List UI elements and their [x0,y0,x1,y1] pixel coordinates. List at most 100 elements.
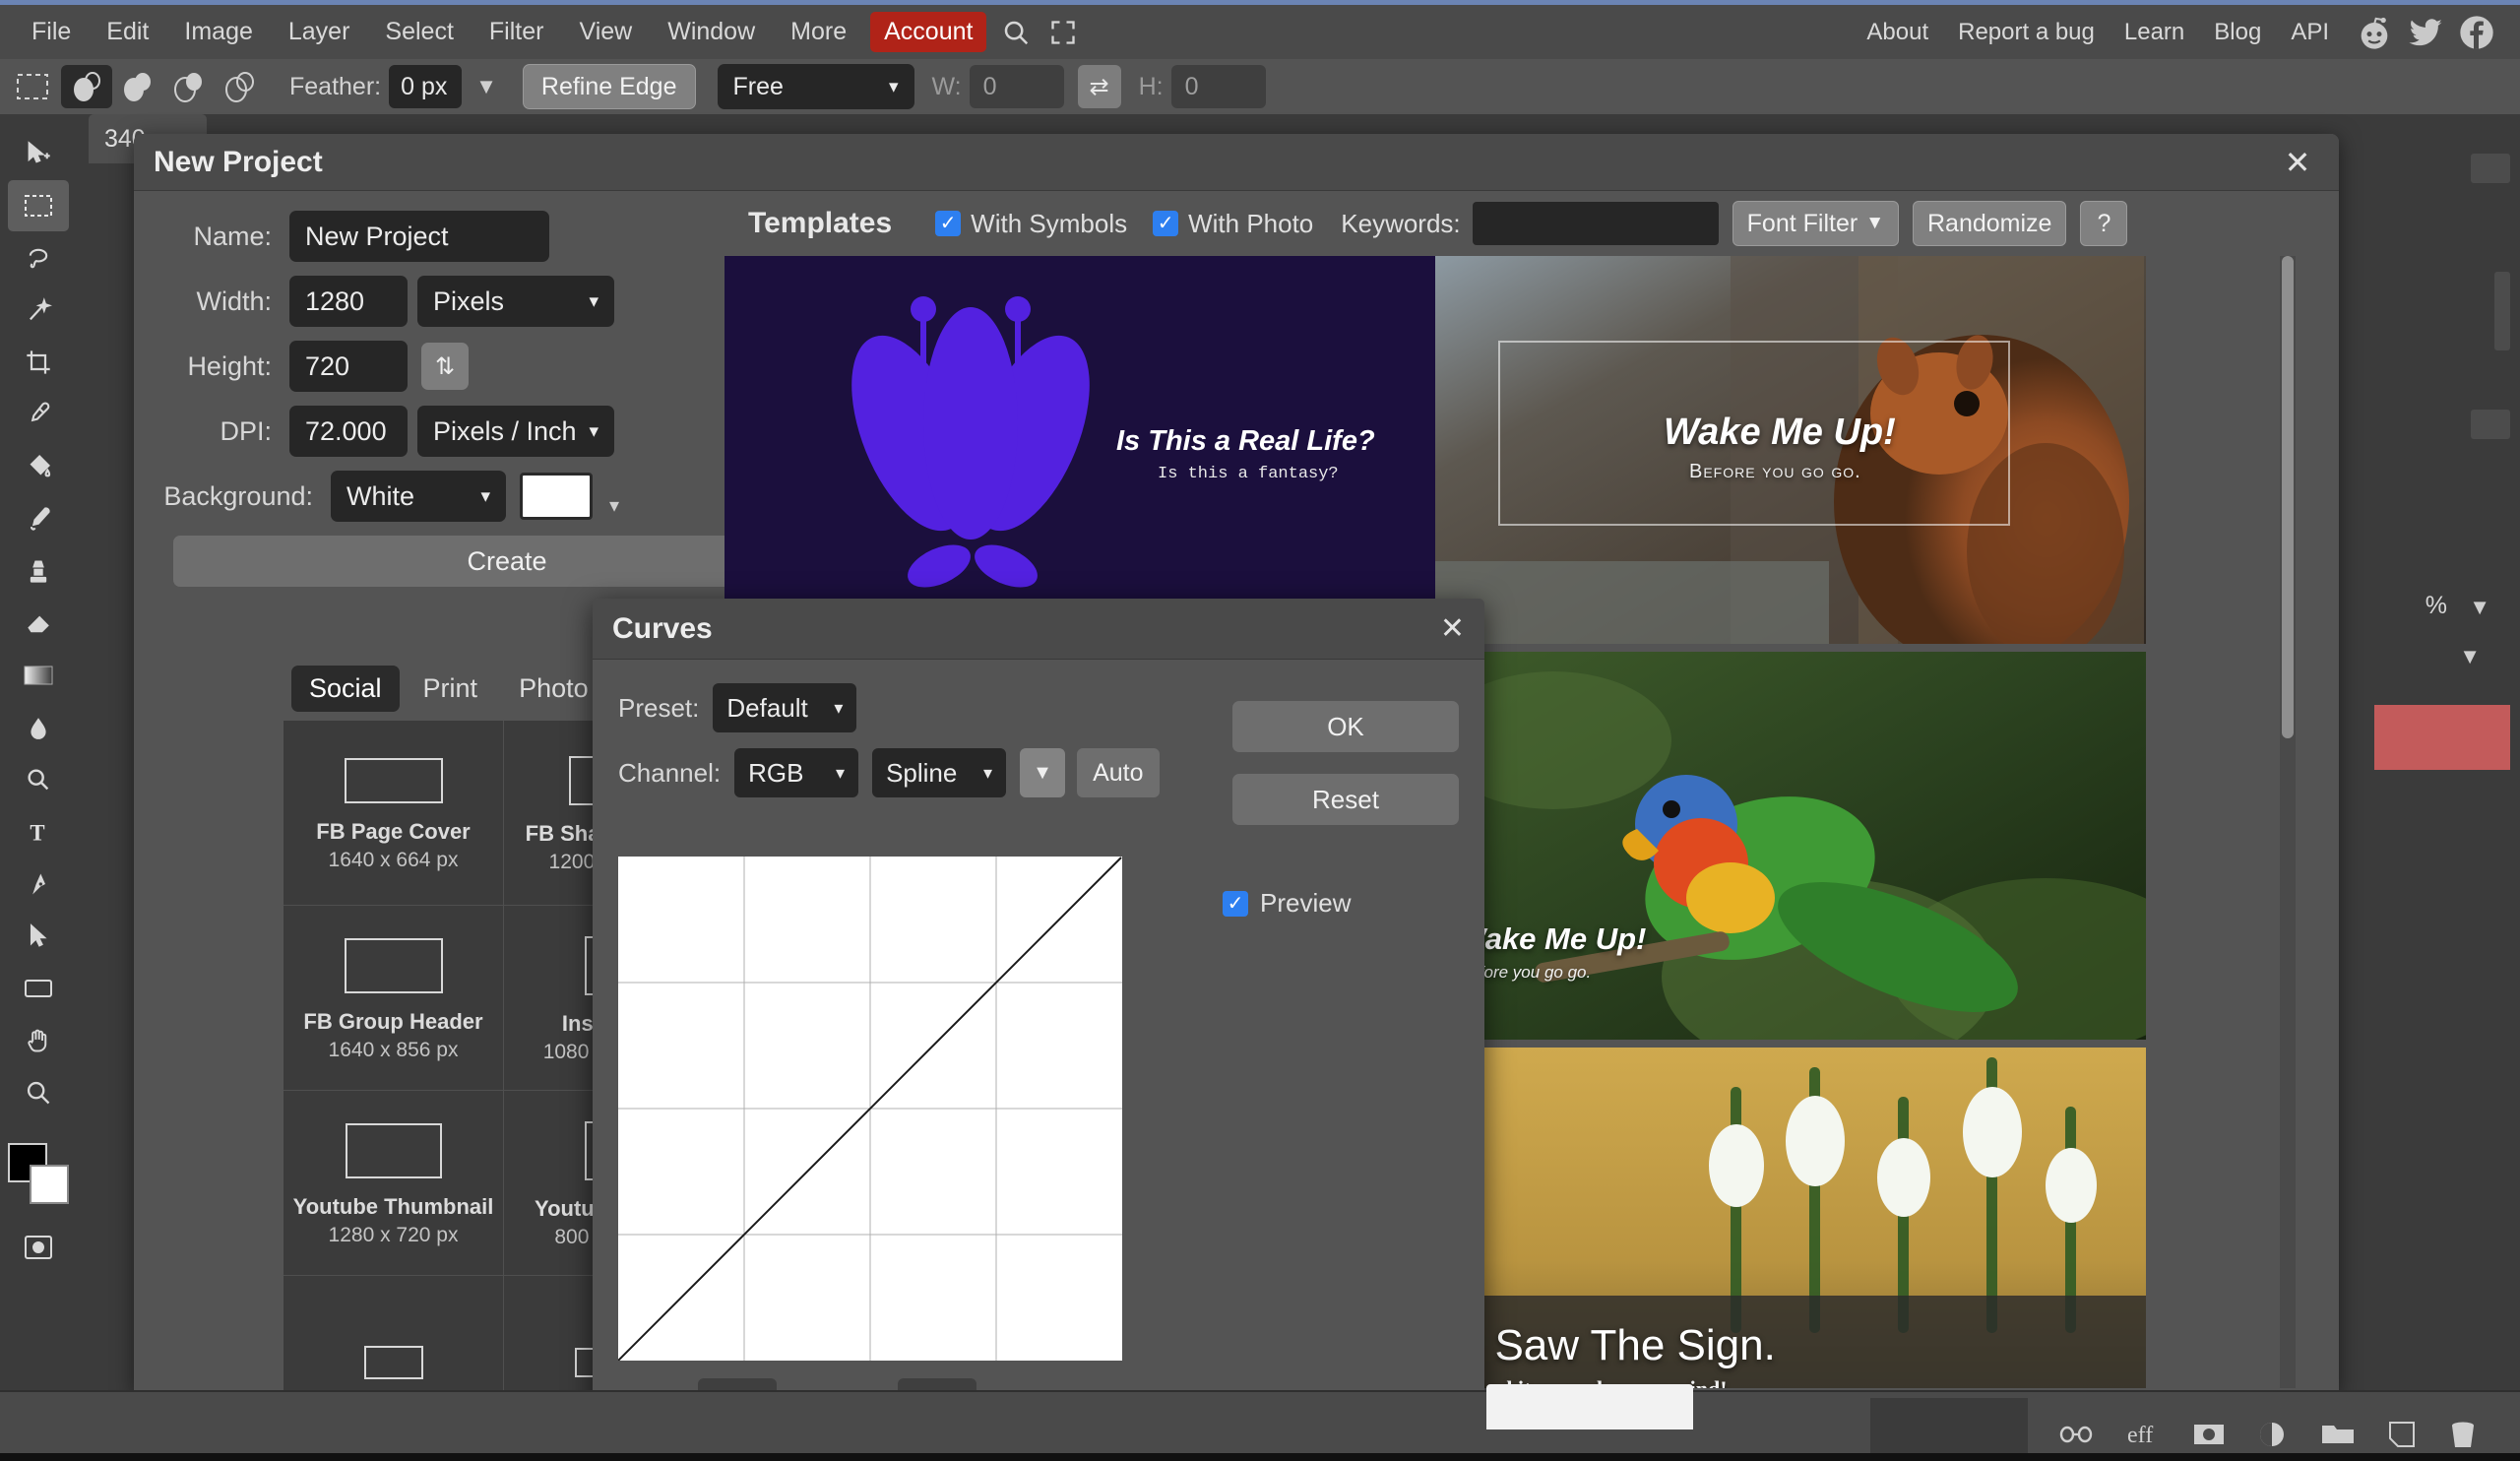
refine-edge-button[interactable]: Refine Edge [522,64,696,109]
help-button[interactable]: ? [2080,201,2128,246]
close-icon[interactable]: ✕ [1440,611,1465,646]
link-report-a-bug[interactable]: Report a bug [1944,13,2109,52]
selection-new-button[interactable] [61,65,112,108]
curve-options-dropdown-icon[interactable]: ▼ [1020,748,1066,797]
with-symbols-checkbox-wrap[interactable]: ✓ With Symbols [935,209,1127,239]
paint-bucket-tool[interactable] [8,441,69,492]
panel-chevron-down-icon-1[interactable]: ▼ [2469,595,2490,620]
panel-chevron-down-icon-2[interactable]: ▼ [2459,644,2481,669]
path-select-tool[interactable] [8,911,69,962]
panel-item-1[interactable] [2471,154,2510,183]
with-photo-checkbox[interactable]: ✓ [1153,211,1179,236]
preview-scrollbar-thumb[interactable] [2282,256,2294,738]
background-color-swatch[interactable] [30,1165,69,1204]
mask-icon[interactable] [2193,1422,2225,1447]
menu-edit[interactable]: Edit [89,12,166,52]
search-icon[interactable] [992,11,1040,54]
adjustment-icon[interactable] [2258,1420,2288,1449]
menu-layer[interactable]: Layer [271,12,368,52]
template-preview-card[interactable]: I Saw The Sign. And it opened up my mind… [1435,1048,2146,1388]
background-color-swatch[interactable] [520,473,593,520]
selection-add-button[interactable] [112,65,163,108]
quick-mask-toggle[interactable] [8,1222,69,1273]
feather-input[interactable]: 0 px [389,65,463,108]
new-project-titlebar[interactable]: New Project ✕ [134,134,2339,191]
background-more-chevron-icon[interactable]: ▾ [602,475,626,518]
tab-photo[interactable]: Photo [501,666,606,712]
font-filter-button[interactable]: Font Filter ▼ [1732,201,1899,246]
menu-filter[interactable]: Filter [472,12,562,52]
clone-stamp-tool[interactable] [8,545,69,597]
name-input[interactable]: New Project [289,211,549,262]
height-input[interactable]: 0 [1170,65,1266,108]
template-preview-card[interactable]: Wake Me Up! Before you go go. [1435,652,2146,1040]
interpolation-select[interactable]: Spline ▾ [872,748,1007,797]
ok-button[interactable]: OK [1232,701,1459,752]
keywords-input[interactable] [1472,202,1719,245]
height-input[interactable]: 720 [289,341,408,392]
swap-dimensions-icon[interactable]: ⇅ [421,343,469,390]
randomize-button[interactable]: Randomize [1913,201,2067,246]
pen-tool[interactable] [8,858,69,910]
close-icon[interactable]: ✕ [2276,141,2319,184]
tab-social[interactable]: Social [291,666,400,712]
auto-button[interactable]: Auto [1077,748,1160,797]
fullscreen-icon[interactable] [1040,11,1087,54]
width-input[interactable]: 0 [969,65,1064,108]
blur-tool[interactable] [8,702,69,753]
width-unit-select[interactable]: Pixels ▾ [417,276,614,327]
template-item[interactable] [284,1276,504,1390]
magic-wand-tool[interactable] [8,285,69,336]
reset-button[interactable]: Reset [1232,774,1459,825]
effects-icon[interactable]: eff [2126,1420,2160,1449]
shape-tool[interactable] [8,963,69,1014]
new-layer-icon[interactable] [2388,1421,2416,1448]
template-item[interactable]: Youtube Thumbnail 1280 x 720 px [284,1091,504,1276]
menu-view[interactable]: View [561,12,650,52]
menu-select[interactable]: Select [367,12,471,52]
with-photo-checkbox-wrap[interactable]: ✓ With Photo [1153,209,1313,239]
background-select[interactable]: White ▾ [331,471,506,522]
preview-checkbox-wrap[interactable]: ✓ Preview [1223,888,1351,919]
preset-select[interactable]: Default ▾ [713,683,857,732]
account-button[interactable]: Account [870,12,987,52]
tab-print[interactable]: Print [406,666,496,712]
with-symbols-checkbox[interactable]: ✓ [935,211,962,236]
curves-titlebar[interactable]: Curves ✕ [593,599,1484,660]
width-input[interactable]: 1280 [289,276,408,327]
menu-window[interactable]: Window [650,12,773,52]
foreground-background-colors[interactable] [6,1141,71,1206]
dpi-input[interactable]: 72.000 [289,406,408,457]
menu-image[interactable]: Image [166,12,270,52]
panel-color-swatch[interactable] [2374,705,2510,770]
crop-tool[interactable] [8,337,69,388]
move-tool[interactable] [8,128,69,179]
template-preview-card[interactable]: Wake Me Up! Before you go go. [1435,256,2146,644]
feather-dropdown-icon[interactable]: ▼ [475,74,497,99]
menu-more[interactable]: More [773,12,864,52]
zoom-tool[interactable] [8,1067,69,1118]
template-item[interactable]: FB Page Cover 1640 x 664 px [284,721,504,906]
template-item[interactable]: FB Group Header 1640 x 856 px [284,906,504,1091]
panel-item-2[interactable] [2494,272,2510,350]
link-icon[interactable] [2059,1424,2093,1445]
template-preview-card[interactable]: Is This a Real Life? Is this a fantasy? [724,256,1435,644]
link-blog[interactable]: Blog [2200,13,2275,52]
dpi-unit-select[interactable]: Pixels / Inch ▾ [417,406,614,457]
preview-scrollbar[interactable] [2280,256,2296,1388]
eyedropper-tool[interactable] [8,389,69,440]
link-about[interactable]: About [1853,13,1942,52]
curves-graph[interactable] [617,857,1122,1362]
lasso-tool[interactable] [8,232,69,284]
gradient-tool[interactable] [8,650,69,701]
trash-icon[interactable] [2449,1420,2477,1449]
folder-icon[interactable] [2321,1422,2355,1447]
reddit-icon[interactable] [2355,13,2394,52]
eraser-tool[interactable] [8,598,69,649]
panel-item-3[interactable] [2471,410,2510,439]
selection-subtract-button[interactable] [163,65,215,108]
facebook-icon[interactable] [2457,13,2496,52]
dodge-tool[interactable] [8,754,69,805]
preview-checkbox[interactable]: ✓ [1223,890,1248,917]
selection-intersect-button[interactable] [215,65,266,108]
